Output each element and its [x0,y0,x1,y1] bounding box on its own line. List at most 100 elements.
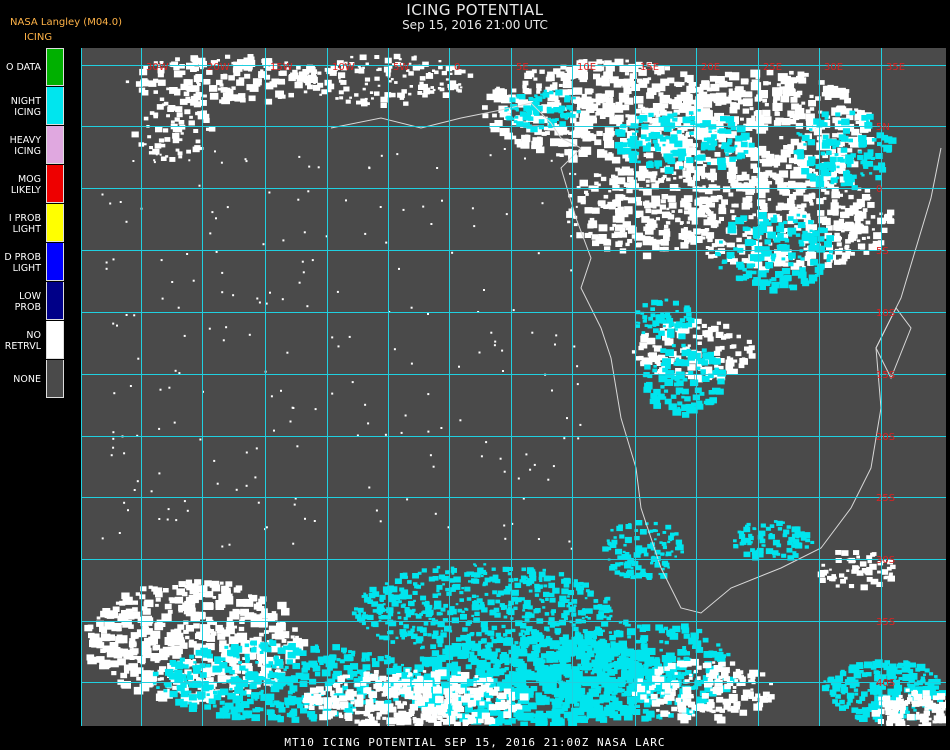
cloud-pixel [796,132,800,135]
cloud-pixel [826,150,832,156]
cloud-pixel [645,223,654,231]
cloud-pixel [543,584,548,588]
cloud-pixel [770,217,778,223]
cloud-pixel [749,107,754,111]
cloud-pixel [273,656,279,661]
cloud-pixel [859,224,864,229]
cloud-pixel [321,89,328,95]
cloud-pixel [789,284,798,291]
cloud-pixel [777,527,783,531]
cloud-pixel [742,108,750,114]
cloud-pixel [567,89,575,95]
cloud-pixel [739,358,748,365]
cloud-pixel [788,252,796,259]
cloud-pixel [484,577,491,583]
cloud-pixel [153,587,163,595]
cloud-pixel [786,525,791,529]
cloud-pixel [247,698,254,705]
cloud-pixel [220,595,225,599]
cloud-pixel [653,87,661,93]
cloud-pixel [535,96,543,102]
cloud-pixel [189,702,198,709]
cloud-pixel [560,113,564,117]
cloud-pixel [799,267,806,273]
cloud-pixel [403,624,409,629]
cloud-pixel [166,87,170,91]
cloud-pixel [317,71,322,75]
cloud-pixel [836,242,842,247]
cloud-pixel [667,157,676,165]
cloud-pixel [727,141,732,145]
cloud-pixel [844,177,854,185]
cloud-pixel [787,540,793,546]
cloud-pixel [281,639,287,643]
cloud-pixel [889,572,893,576]
cloud-pixel [305,80,311,86]
cloud-pixel [871,156,875,160]
cloud-pixel [736,237,742,243]
cloud-pixel [158,656,163,660]
cloud-pixel [276,672,286,680]
cloud-pixel [516,141,525,148]
cloud-pixel [170,120,175,124]
cloud-pixel [550,138,560,147]
cloud-pixel [183,678,188,682]
cloud-pixel [760,523,766,528]
cloud-pixel [238,60,242,63]
cloud-pixel [740,141,748,148]
cloud-pixel [844,244,850,249]
cloud-pixel [675,539,683,545]
cloud-pixel [437,635,443,640]
cloud-pixel [279,679,283,682]
cloud-pixel [663,324,666,328]
cloud-pixel [276,80,282,85]
cloud-pixel [541,131,547,136]
cloud-pixel [817,236,825,242]
cloud-pixel [548,582,555,589]
cloud-pixel [564,617,568,621]
cloud-pixel [172,138,180,144]
cloud-pixel [719,345,725,350]
cloud-pixel [742,233,748,237]
cloud-pixel [846,148,853,153]
cloud-pixel [558,105,566,111]
cloud-pixel [711,179,715,183]
cloud-pixel [867,202,875,208]
cloud-pixel [770,232,775,237]
cloud-pixel [748,179,758,187]
cloud-pixel [792,115,800,121]
cloud-pixel [603,239,612,246]
cloud-pixel [600,176,607,182]
cloud-pixel [549,90,554,95]
cloud-pixel [236,79,245,86]
cloud-pixel [224,592,230,597]
cloud-pixel [792,219,798,224]
cloud-pixel [651,209,658,215]
cloud-pixel [607,109,613,113]
cloud-pixel [686,221,690,224]
cloud-pixel [254,81,260,86]
cloud-pixel [758,118,765,124]
cloud-pixel [420,645,425,649]
cloud-pixel [777,232,784,238]
cloud-pixel [127,614,135,620]
cloud-pixel [233,715,238,718]
cloud-pixel [641,134,647,139]
cloud-pixel [581,617,585,620]
cloud-pixel [641,331,646,335]
cloud-pixel [651,396,661,404]
cloud-pixel [651,555,656,559]
cloud-pixel [707,162,711,165]
cloud-pixel [442,583,445,586]
cloud-pixel [377,67,382,71]
cloud-pixel [234,695,243,703]
cloud-pixel [597,93,602,97]
cloud-pixel [652,320,660,326]
cloud-pixel [773,214,777,218]
cloud-pixel [573,604,577,607]
cloud-pixel [480,574,484,578]
icing-map: 30W 20W 15W 10W 5W 0 5E 10E 15E 20E 25E 30E 35E 5N 0 5S… [81,48,946,726]
cloud-pixel [665,372,673,379]
cloud-pixel [674,382,679,387]
cloud-pixel [292,663,300,670]
